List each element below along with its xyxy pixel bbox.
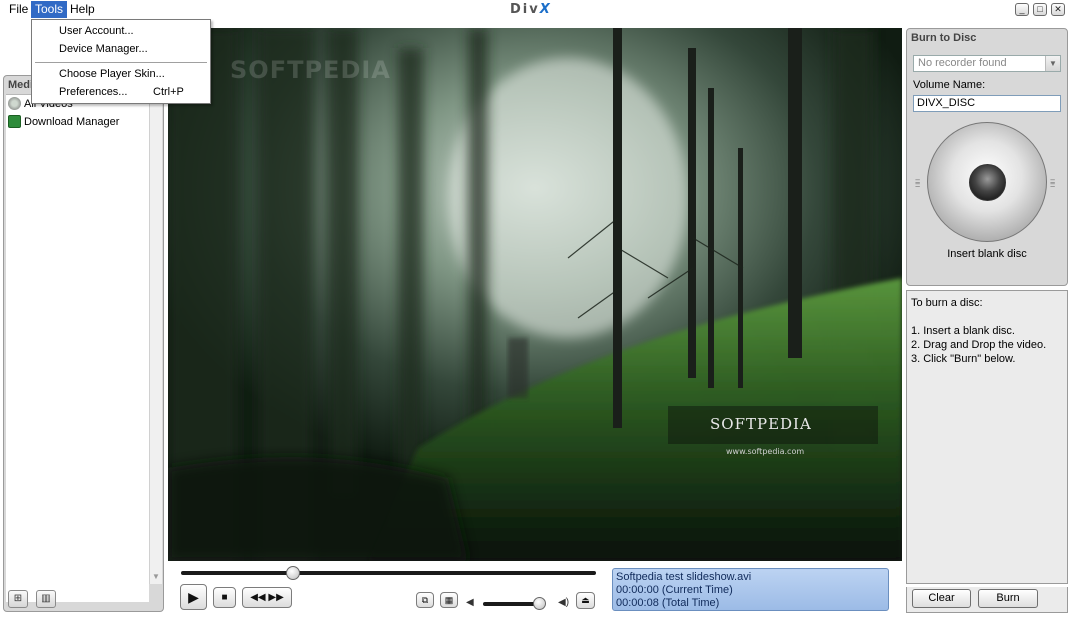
rewind-icon[interactable]: ◀◀ — [250, 592, 265, 603]
volume-handle[interactable] — [533, 597, 546, 610]
menu-separator — [35, 62, 207, 63]
grip-left-icon: = = — [915, 176, 921, 190]
tools-menu-dropdown: User Account... Device Manager... Choose… — [31, 19, 211, 104]
menu-item-label: Device Manager... — [59, 43, 148, 55]
menu-item-label: User Account... — [59, 25, 134, 37]
volume-down-icon[interactable]: ◀ — [466, 597, 474, 608]
volume-name-label: Volume Name: — [913, 79, 986, 91]
close-icon[interactable]: ✕ — [1051, 3, 1065, 16]
instruction-step: 2. Drag and Drop the video. — [911, 339, 1047, 351]
menu-file[interactable]: File — [5, 1, 32, 18]
menu-item-preferences[interactable]: Preferences... Ctrl+P — [32, 83, 210, 101]
fast-forward-icon[interactable]: ▶▶ — [268, 592, 283, 603]
file-name: Softpedia test slideshow.avi — [616, 571, 752, 583]
delete-icon[interactable]: ▥ — [36, 590, 56, 608]
watermark-url: www.softpedia.com — [726, 447, 805, 456]
menu-item-choose-skin[interactable]: Choose Player Skin... — [32, 65, 210, 83]
disc-icon[interactable] — [927, 122, 1047, 242]
watermark-softpedia: SOFTPEDIA — [710, 415, 812, 433]
menu-shortcut: Ctrl+P — [153, 86, 184, 98]
recorder-select[interactable]: No recorder found ▼ — [913, 55, 1061, 72]
playback-controls: ▶ ■ ◀◀ ▶▶ ⧉ ▦ ◀ ◀) ⏏ Softpedia test slid… — [168, 563, 902, 615]
download-icon — [8, 115, 21, 128]
aspect-ratio-icon[interactable]: ⧉ — [416, 592, 434, 608]
chevron-down-icon[interactable]: ▼ — [1045, 56, 1060, 71]
video-display[interactable]: SOFTPEDIA SOFTPEDIA www.softpedia.com — [168, 28, 902, 561]
burn-to-disc-panel: Burn to Disc No recorder found ▼ Volume … — [906, 28, 1068, 286]
eject-button[interactable]: ⏏ — [576, 592, 595, 609]
instruction-step: 1. Insert a blank disc. — [911, 325, 1015, 337]
menu-help[interactable]: Help — [66, 1, 99, 18]
recorder-select-value: No recorder found — [918, 57, 1007, 69]
seek-buttons[interactable]: ◀◀ ▶▶ — [242, 587, 292, 608]
disc-caption: Insert blank disc — [947, 248, 1027, 260]
menu-item-device-manager[interactable]: Device Manager... — [32, 40, 210, 58]
burn-button[interactable]: Burn — [978, 589, 1038, 608]
grip-right-icon: = = — [1050, 176, 1056, 190]
media-panel: Media All Videos Download Manager ▼ — [3, 75, 164, 612]
list-item-label: Download Manager — [24, 116, 120, 128]
total-time: 00:00:08 (Total Time) — [616, 597, 720, 609]
burn-panel-title: Burn to Disc — [911, 32, 977, 44]
volume-name-field[interactable]: DIVX_DISC — [913, 95, 1061, 112]
add-folder-icon[interactable]: ⊞ — [8, 590, 28, 608]
seek-bar[interactable] — [181, 571, 596, 575]
media-list-scrollbar[interactable]: ▼ — [149, 94, 162, 584]
list-item-download-manager[interactable]: Download Manager — [8, 114, 119, 130]
scroll-down-icon[interactable]: ▼ — [150, 570, 162, 584]
video-frame — [168, 28, 902, 561]
menu-item-label: Choose Player Skin... — [59, 68, 165, 80]
instructions-title: To burn a disc: — [911, 297, 983, 309]
play-button[interactable]: ▶ — [180, 584, 207, 610]
minimize-icon[interactable]: _ — [1015, 3, 1029, 16]
divx-logo: DivX — [510, 2, 552, 17]
menu-tools[interactable]: Tools — [31, 1, 68, 18]
burn-instructions: To burn a disc: 1. Insert a blank disc. … — [906, 290, 1068, 584]
clear-button[interactable]: Clear — [912, 589, 971, 608]
menu-item-label: Preferences... — [59, 86, 128, 98]
now-playing-info: Softpedia test slideshow.avi 00:00:00 (C… — [612, 568, 889, 611]
current-time: 00:00:00 (Current Time) — [616, 584, 733, 596]
film-reel-icon — [8, 97, 21, 110]
media-list: All Videos Download Manager — [6, 94, 149, 602]
menu-bar: File Tools Help DivX _ □ ✕ — [0, 0, 1071, 19]
media-panel-footer: ⊞ ▥ — [3, 588, 162, 610]
stop-button[interactable]: ■ — [213, 587, 236, 608]
fullscreen-icon[interactable]: ▦ — [440, 592, 458, 608]
volume-up-icon[interactable]: ◀) — [558, 597, 569, 608]
restore-icon[interactable]: □ — [1033, 3, 1047, 16]
seek-handle[interactable] — [286, 566, 301, 580]
watermark-top: SOFTPEDIA — [230, 56, 391, 84]
instruction-step: 3. Click "Burn" below. — [911, 353, 1016, 365]
disc-hole — [969, 164, 1006, 201]
menu-item-user-account[interactable]: User Account... — [32, 22, 210, 40]
